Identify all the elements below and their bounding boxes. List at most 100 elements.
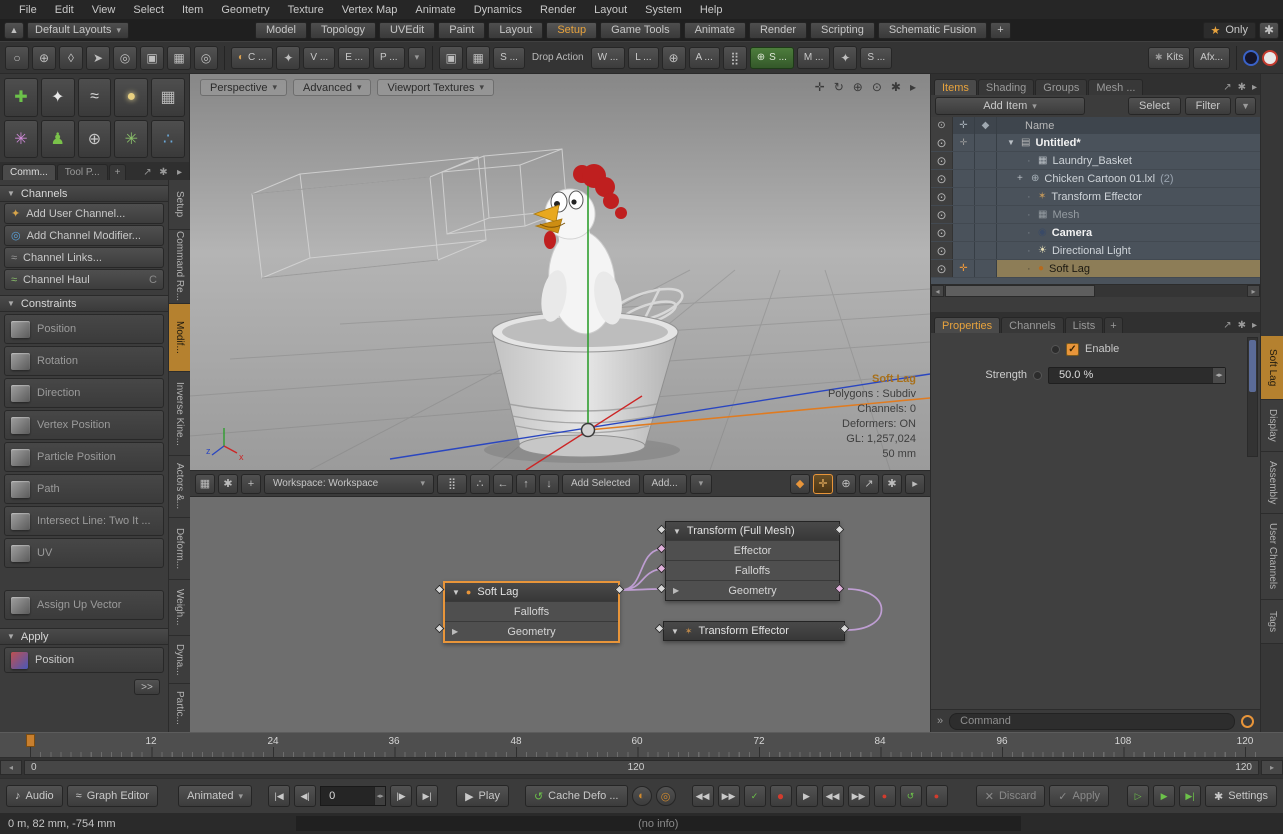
layout-tab-game-tools[interactable]: Game Tools (600, 22, 681, 39)
afx-button[interactable]: Afx... (1193, 47, 1230, 69)
polygon-mode-dropdown[interactable]: P ... (373, 47, 405, 69)
menu-item-vertex-map[interactable]: Vertex Map (333, 4, 407, 16)
position-constraint-button[interactable]: Position (4, 314, 164, 344)
loop-start-button[interactable]: ◀◀ (822, 785, 844, 807)
command-history-icon[interactable] (1241, 715, 1254, 728)
snap-tool-icon[interactable]: ◎ (113, 46, 137, 70)
vtab-particles[interactable]: Partic... (169, 684, 190, 732)
play-filled-button[interactable]: ▶ (1153, 785, 1175, 807)
properties-vscrollbar[interactable] (1247, 337, 1258, 457)
path-constraint-button[interactable]: Path (4, 474, 164, 504)
scroll-right-icon[interactable]: ▸ (1247, 285, 1260, 297)
viewport-textures-dropdown[interactable]: Viewport Textures ▾ (377, 79, 494, 96)
add-selected-button[interactable]: Add Selected (562, 474, 640, 494)
menu-item-file[interactable]: File (10, 4, 46, 16)
layout-gear-icon[interactable]: ✱ (1259, 22, 1279, 39)
play-button[interactable]: ▶ Play (456, 785, 509, 807)
command-chevron-icon[interactable]: » (937, 715, 943, 727)
assign-up-vector-button[interactable]: Assign Up Vector (4, 590, 164, 620)
name-column-header[interactable]: Name (997, 117, 1260, 134)
panel-gear-icon[interactable]: ✱ (1238, 320, 1246, 331)
workspace-dropdown[interactable]: Workspace: Workspace ▾ (264, 474, 434, 494)
node-port-falloffs[interactable]: Falloffs (445, 601, 618, 621)
expand-icon[interactable]: ↗ (859, 474, 879, 494)
drop-tool-icon[interactable]: ◊ (59, 46, 83, 70)
visibility-eye-icon[interactable]: ⊙ (931, 152, 953, 169)
edge-mode-dropdown[interactable]: E ... (338, 47, 370, 69)
tab-groups[interactable]: Groups (1035, 79, 1087, 95)
action-center-dropdown[interactable]: A ... (689, 47, 720, 69)
expand-triangle-icon[interactable]: ▶ (673, 586, 679, 595)
menu-item-view[interactable]: View (83, 4, 125, 16)
add-tab-button[interactable]: + (1104, 317, 1122, 333)
tab-channels[interactable]: Channels (1001, 317, 1063, 333)
vtab-display[interactable]: Display (1261, 400, 1283, 452)
cubes-tool-button[interactable]: ▦ (151, 78, 185, 117)
visibility-eye-icon[interactable]: ⊙ (931, 206, 953, 223)
vtab-user-channels[interactable]: User Channels (1261, 514, 1283, 600)
layout-tab-render[interactable]: Render (749, 22, 807, 39)
channel-haul-button[interactable]: ≈ Channel Haul C (4, 269, 164, 290)
vtab-modifiers[interactable]: Modif... (169, 304, 190, 372)
3d-viewport[interactable]: z x Perspective ▾ Advanced ▾ Viewport Te… (190, 74, 930, 470)
vtab-tags[interactable]: Tags (1261, 600, 1283, 644)
uv-constraint-button[interactable]: UV (4, 538, 164, 568)
align-down-icon[interactable]: ↓ (539, 474, 559, 494)
wave-tool-button[interactable]: ≈ (78, 78, 112, 117)
add-item-tool-button[interactable]: ✚ (4, 78, 38, 117)
time-clock-icon[interactable]: ◐ (632, 786, 652, 806)
panel-gear-icon[interactable]: ✱ (1238, 82, 1246, 93)
layout-tab-paint[interactable]: Paint (438, 22, 485, 39)
circle-select-icon[interactable]: ◎ (194, 46, 218, 70)
add-tab-button[interactable]: + (109, 164, 127, 180)
rotation-constraint-button[interactable]: Rotation (4, 346, 164, 376)
tab-mesh-ops[interactable]: Mesh ... (1088, 79, 1143, 95)
link-diamond-icon[interactable]: ◆ (790, 474, 810, 494)
node-header[interactable]: ▼ Transform (Full Mesh) (666, 522, 839, 540)
vtab-assembly[interactable]: Assembly (1261, 452, 1283, 514)
tab-properties[interactable]: Properties (934, 317, 1000, 333)
rewind-button[interactable]: ◀◀ (692, 785, 714, 807)
next-key-button[interactable]: |▶ (390, 785, 412, 807)
layout-tab-topology[interactable]: Topology (310, 22, 376, 39)
layout-tab-scripting[interactable]: Scripting (810, 22, 875, 39)
menu-item-texture[interactable]: Texture (279, 4, 333, 16)
tab-tool-pipe[interactable]: Tool P... (57, 164, 108, 180)
selection-set-dropdown[interactable]: S ... (860, 47, 892, 69)
add-button[interactable]: Add... (643, 474, 687, 494)
visibility-eye-icon[interactable]: ⊙ (931, 242, 953, 259)
visibility-eye-icon[interactable]: ⊙ (931, 224, 953, 241)
node-port-geometry[interactable]: ▶ Geometry (445, 621, 618, 641)
item-row-soft-lag[interactable]: ⊙ ✛ · ● Soft Lag (931, 260, 1260, 278)
direction-constraint-button[interactable]: Direction (4, 378, 164, 408)
menu-item-animate[interactable]: Animate (406, 4, 464, 16)
layout-up-icon[interactable]: ▲ (4, 22, 24, 39)
mode-extra-dropdown[interactable]: ▾ (408, 47, 427, 69)
node-header[interactable]: ▼ ● Soft Lag (445, 583, 618, 601)
viewport-menu-icon[interactable]: ▸ (910, 80, 916, 94)
grid-view-icon[interactable]: ⣿ (437, 474, 467, 494)
workplane-icon[interactable]: ▦ (466, 46, 490, 70)
vtab-soft-lag[interactable]: Soft Lag (1261, 336, 1283, 400)
kits-button[interactable]: ✱ Kits (1148, 47, 1190, 69)
pan-icon[interactable]: ✛ (815, 80, 825, 94)
schematic-gear-icon[interactable]: ✱ (882, 474, 902, 494)
loop-end-button[interactable]: ▶▶ (848, 785, 870, 807)
channels-section-header[interactable]: ▼ Channels (0, 185, 168, 202)
vtab-weights[interactable]: Weigh... (169, 580, 190, 636)
apply-position-button[interactable]: Position (4, 647, 164, 673)
channel-links-button[interactable]: ≈ Channel Links... (4, 247, 164, 268)
play-to-end-button[interactable]: ▶| (1179, 785, 1201, 807)
expand-panel-icon[interactable]: ↗ (140, 165, 155, 180)
cube-grid-icon[interactable]: ▣ (140, 46, 164, 70)
enable-checkbox[interactable]: ✓ (1066, 343, 1079, 356)
step-play-button[interactable]: ▶ (796, 785, 818, 807)
align-left-icon[interactable]: ← (493, 474, 513, 494)
default-layouts-dropdown[interactable]: Default Layouts ▾ (27, 22, 129, 39)
vertex-mode-dropdown[interactable]: V ... (303, 47, 335, 69)
item-row-camera[interactable]: ⊙ · ◉ Camera (931, 224, 1260, 242)
node-port-falloffs[interactable]: Falloffs (666, 560, 839, 580)
foundry-logo-icon[interactable] (1243, 50, 1259, 66)
vtab-actors[interactable]: Actors &... (169, 456, 190, 518)
node-header[interactable]: ▼ ✶ Transform Effector (664, 622, 844, 640)
